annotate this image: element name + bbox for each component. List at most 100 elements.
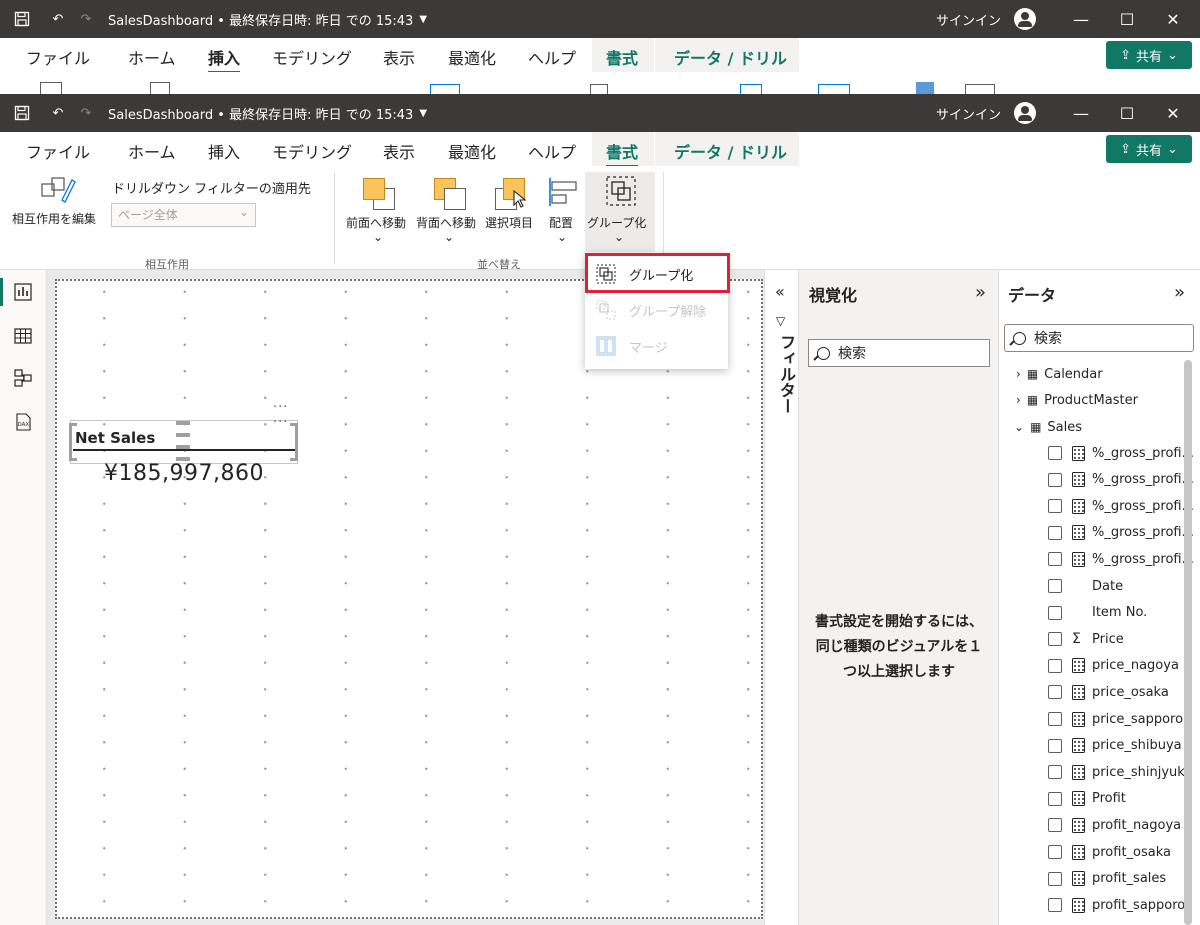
menu-help[interactable]: ヘルプ — [528, 139, 576, 163]
table-sales[interactable]: ⌄ ▦ Sales — [1014, 416, 1082, 438]
field-row[interactable]: %_gross_profi... — [1048, 522, 1194, 544]
menu-help[interactable]: ヘルプ — [528, 45, 576, 69]
table-view-icon[interactable] — [13, 326, 33, 346]
close-icon[interactable]: ✕ — [1150, 94, 1196, 132]
chevron-double-left-icon[interactable]: « — [775, 282, 785, 301]
field-checkbox[interactable] — [1048, 871, 1062, 886]
bring-forward-button[interactable]: 前面へ移動 ⌄ — [343, 172, 413, 254]
redo-icon[interactable]: ↷ — [72, 12, 100, 27]
field-row[interactable]: price_shibuya — [1048, 735, 1182, 757]
report-view-icon[interactable] — [13, 282, 33, 302]
field-row[interactable]: %_gross_profi... — [1048, 442, 1194, 464]
menu-item-merge[interactable]: マージ — [595, 332, 668, 360]
net-sales-card[interactable]: ··· Net Sales ¥185,997,860 — [69, 415, 298, 486]
resize-handle[interactable] — [69, 423, 77, 426]
send-backward-button[interactable]: 背面へ移動 ⌄ — [414, 172, 484, 254]
menu-format[interactable]: 書式 — [606, 139, 639, 168]
table-productmaster[interactable]: › ▦ ProductMaster — [1016, 389, 1138, 411]
menu-item-ungroup[interactable]: グループ解除 — [595, 296, 706, 324]
menu-view[interactable]: 表示 — [383, 139, 415, 163]
edit-interactions-button[interactable]: 相互作用を編集 — [10, 172, 106, 232]
chevron-right-icon[interactable]: › — [1016, 393, 1021, 407]
field-checkbox[interactable] — [1048, 632, 1062, 647]
field-checkbox[interactable] — [1048, 712, 1062, 726]
undo-icon[interactable]: ↶ — [44, 12, 72, 27]
drill-filter-select[interactable]: ページ全体 — [111, 201, 256, 227]
chevron-down-icon[interactable]: ▼ — [419, 14, 427, 25]
field-row[interactable]: %_gross_profi... — [1048, 495, 1194, 517]
menu-insert[interactable]: 挿入 — [208, 139, 240, 163]
data-pane-scrollbar[interactable] — [1184, 360, 1192, 925]
dax-query-view-icon[interactable]: DAX — [13, 412, 33, 432]
signin-link[interactable]: サインイン — [936, 104, 1001, 123]
field-row[interactable]: price_shinjyuku — [1048, 761, 1193, 783]
chevron-down-icon[interactable]: ▼ — [419, 108, 427, 119]
report-canvas[interactable] — [55, 279, 763, 919]
chevron-down-icon[interactable]: ⌄ — [1014, 420, 1024, 434]
maximize-icon[interactable]: ☐ — [1104, 0, 1150, 38]
menu-file[interactable]: ファイル — [26, 139, 90, 163]
resize-handle[interactable] — [69, 423, 72, 461]
menu-home[interactable]: ホーム — [128, 45, 176, 69]
share-button[interactable]: ⇪ 共有 ⌄ — [1106, 135, 1192, 163]
field-checkbox[interactable] — [1048, 685, 1062, 700]
resize-handle[interactable] — [176, 421, 190, 425]
avatar[interactable] — [1014, 8, 1036, 30]
minimize-icon[interactable]: — — [1058, 0, 1104, 38]
chevron-double-right-icon[interactable]: » — [1174, 282, 1185, 303]
field-checkbox[interactable] — [1048, 552, 1062, 567]
chevron-double-right-icon[interactable]: » — [975, 282, 986, 303]
undo-icon[interactable]: ↶ — [44, 106, 72, 121]
chevron-right-icon[interactable]: › — [1016, 367, 1021, 381]
menu-insert[interactable]: 挿入 — [208, 45, 241, 74]
group-button[interactable]: グループ化 ⌄ — [585, 172, 655, 252]
filters-pane-collapsed[interactable]: « ▽ フィルター — [764, 270, 799, 925]
field-row[interactable]: profit_sales — [1048, 868, 1166, 890]
menu-optimize[interactable]: 最適化 — [448, 139, 496, 163]
menu-home[interactable]: ホーム — [128, 139, 176, 163]
data-search-input[interactable]: 検索 — [1004, 324, 1194, 352]
resize-handle[interactable] — [290, 458, 298, 461]
resize-handle[interactable] — [290, 423, 298, 426]
field-row[interactable]: Profit — [1048, 788, 1126, 810]
field-checkbox[interactable] — [1048, 765, 1062, 780]
menu-data-drill[interactable]: データ / ドリル — [674, 139, 787, 163]
field-checkbox[interactable] — [1048, 845, 1062, 859]
resize-handle[interactable] — [176, 457, 190, 461]
field-row[interactable]: profit_osaka — [1048, 841, 1171, 863]
menu-optimize[interactable]: 最適化 — [448, 45, 496, 69]
field-checkbox[interactable] — [1048, 818, 1062, 833]
avatar[interactable] — [1014, 102, 1036, 124]
field-row[interactable]: Date — [1048, 575, 1123, 597]
field-row[interactable]: %_gross_profi... — [1048, 469, 1194, 491]
menu-data-drill[interactable]: データ / ドリル — [674, 45, 787, 69]
field-checkbox[interactable] — [1048, 499, 1062, 514]
resize-handle[interactable] — [295, 423, 298, 461]
field-checkbox[interactable] — [1048, 525, 1062, 540]
menu-format[interactable]: 書式 — [606, 45, 638, 69]
field-row[interactable]: %_gross_profi... — [1048, 548, 1194, 570]
field-row[interactable]: profit_sapporo — [1048, 894, 1185, 916]
field-checkbox[interactable] — [1048, 658, 1062, 673]
model-view-icon[interactable] — [13, 368, 33, 388]
redo-icon[interactable]: ↷ — [72, 106, 100, 121]
field-row[interactable]: profit_nagoya — [1048, 814, 1181, 836]
resize-handle[interactable] — [69, 458, 77, 461]
field-checkbox[interactable] — [1048, 605, 1062, 620]
share-button[interactable]: ⇪ 共有 ⌄ — [1106, 41, 1192, 69]
field-row[interactable]: Item No. — [1048, 602, 1147, 624]
menu-modeling[interactable]: モデリング — [272, 45, 352, 69]
visualizations-search-input[interactable]: 検索 — [808, 339, 990, 367]
maximize-icon[interactable]: ☐ — [1104, 94, 1150, 132]
field-row[interactable]: Σ Price — [1048, 628, 1124, 650]
field-checkbox[interactable] — [1048, 791, 1062, 806]
minimize-icon[interactable]: — — [1058, 94, 1104, 132]
more-options-icon[interactable]: ··· — [273, 400, 288, 415]
field-checkbox[interactable] — [1048, 898, 1062, 913]
table-calendar[interactable]: › ▦ Calendar — [1016, 363, 1103, 385]
menu-file[interactable]: ファイル — [26, 45, 90, 69]
field-row[interactable]: price_sapporo — [1048, 708, 1183, 730]
resize-handle[interactable] — [176, 433, 190, 437]
field-row[interactable]: price_osaka — [1048, 681, 1169, 703]
save-icon[interactable] — [0, 94, 44, 132]
